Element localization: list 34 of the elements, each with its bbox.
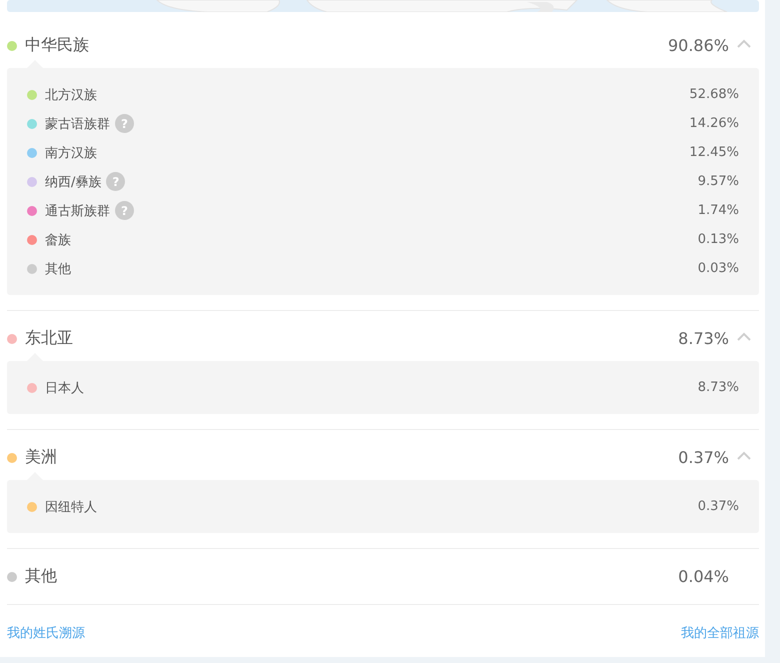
item-name: 日本人 xyxy=(45,380,84,396)
group-percent: 0.04% xyxy=(678,567,729,586)
link[interactable]: 我的全部祖源 xyxy=(681,624,759,642)
group-percent: 90.86% xyxy=(668,36,729,55)
group-percent: 0.37% xyxy=(678,448,729,467)
item-name: 畲族 xyxy=(45,232,71,248)
help-icon[interactable]: ? xyxy=(106,172,126,191)
help-icon[interactable]: ? xyxy=(115,114,134,133)
chevron-icon[interactable] xyxy=(737,332,751,341)
item-percent: 0.13% xyxy=(698,232,739,247)
item-name: 因纽特人 xyxy=(45,498,97,516)
link[interactable]: 我的姓氏溯源 xyxy=(7,624,85,642)
item-percent: 12.45% xyxy=(689,145,739,160)
item-name: 北方汉族 xyxy=(45,86,97,104)
item-percent: 0.03% xyxy=(698,261,739,276)
item-name: 纳西/彝族 xyxy=(45,174,102,190)
item-percent: 9.57% xyxy=(698,174,739,189)
item-name: 其他 xyxy=(45,260,71,278)
item-percent: 14.26% xyxy=(689,116,739,131)
group-name: 中华民族 xyxy=(25,35,90,56)
item-name: 通古斯族群 xyxy=(45,202,110,220)
group-name: 美洲 xyxy=(25,447,58,468)
chevron-icon[interactable] xyxy=(737,451,751,460)
group-name: 其他 xyxy=(25,566,58,587)
item-percent: 1.74% xyxy=(698,203,739,218)
item-name: 蒙古语族群 xyxy=(45,116,110,132)
group-percent: 8.73% xyxy=(678,329,729,348)
item-percent: 8.73% xyxy=(698,380,739,395)
group-name: 东北亚 xyxy=(25,328,74,349)
help-icon[interactable]: ? xyxy=(115,201,134,220)
chevron-icon[interactable] xyxy=(737,39,751,48)
item-percent: 52.68% xyxy=(689,87,739,102)
item-percent: 0.37% xyxy=(698,499,739,514)
item-name: 南方汉族 xyxy=(45,144,97,162)
